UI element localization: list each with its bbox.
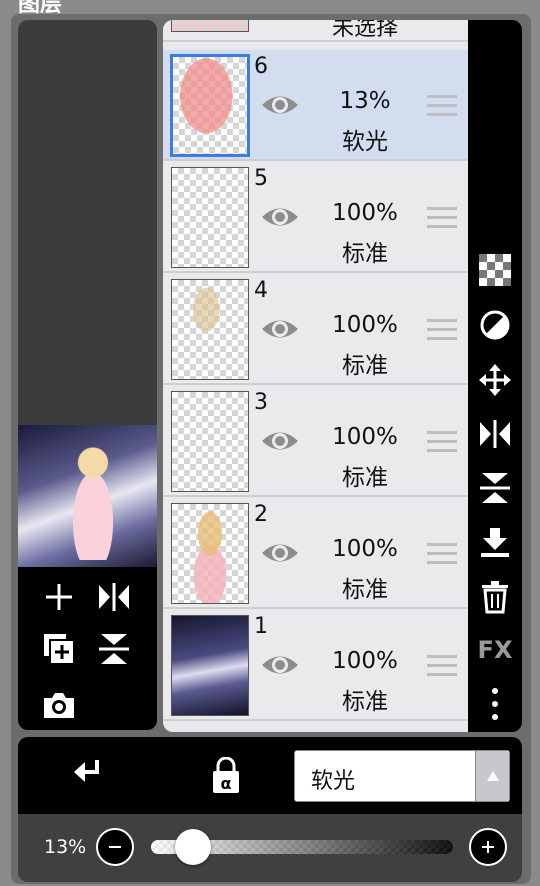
flip-horizontal-layer-button[interactable] — [477, 416, 513, 452]
layer-number: 6 — [254, 54, 268, 79]
layer-opacity: 100% — [332, 200, 398, 226]
delete-layer-button[interactable] — [477, 579, 513, 615]
camera-icon — [44, 693, 74, 718]
add-icon — [46, 584, 72, 610]
layer-number: 3 — [254, 390, 268, 415]
layer-blend-mode: 标准 — [342, 689, 388, 715]
layer-blend-mode: 标准 — [342, 353, 388, 379]
layer-thumbnail-1 — [171, 615, 249, 716]
layer-number: 2 — [254, 502, 268, 527]
drag-handle-icon[interactable] — [427, 655, 457, 679]
drag-handle-icon[interactable] — [427, 319, 457, 343]
layer-row-3[interactable]: 3 100% 标准 — [163, 386, 468, 497]
move-icon — [479, 364, 511, 396]
unselected-label: 未选择 — [331, 20, 398, 41]
layer-thumbnail-2 — [171, 503, 249, 604]
flip-vertical-icon — [99, 634, 129, 664]
minus-icon — [109, 846, 121, 848]
layer-list: 未选择 6 13% 软光 5 100% 标准 4 100% 标准 3 100% … — [163, 20, 468, 732]
layer-opacity: 100% — [332, 536, 398, 562]
blend-bar: α 软光 — [18, 737, 522, 814]
duplicate-icon — [44, 634, 75, 665]
flip-vertical-icon — [480, 473, 510, 503]
layer-blend-mode: 标准 — [342, 241, 388, 267]
eye-icon[interactable] — [260, 538, 300, 568]
layer-blend-mode: 标准 — [342, 577, 388, 603]
drag-handle-icon[interactable] — [427, 543, 457, 567]
layer-thumbnail-4 — [171, 279, 249, 380]
layer-opacity: 100% — [332, 648, 398, 674]
opacity-increase-button[interactable] — [469, 828, 507, 866]
add-layer-button[interactable] — [41, 579, 77, 615]
layer-opacity: 13% — [339, 88, 391, 114]
flip-horizontal-icon — [480, 420, 510, 448]
move-button[interactable] — [477, 362, 513, 398]
checkerboard-icon — [479, 254, 511, 286]
svg-text:α: α — [221, 774, 232, 793]
clipping-icon — [74, 760, 99, 782]
more-icon — [492, 688, 498, 720]
layer-blend-mode: 标准 — [342, 465, 388, 491]
alpha-lock-button[interactable]: α — [206, 756, 246, 796]
panel-title: 图层 — [18, 0, 63, 14]
duplicate-layer-button[interactable] — [41, 631, 77, 667]
layer-number: 4 — [254, 278, 268, 303]
flip-vertical-button[interactable] — [96, 631, 132, 667]
fx-button[interactable]: FX — [477, 632, 513, 668]
more-button[interactable] — [477, 686, 513, 722]
flip-vertical-layer-button[interactable] — [477, 470, 513, 506]
eye-icon[interactable] — [260, 426, 300, 456]
merge-down-button[interactable] — [477, 525, 513, 561]
alpha-lock-icon: α — [213, 757, 239, 793]
opacity-bar: 13% — [18, 814, 522, 882]
title-bar: 图层 — [0, 0, 540, 14]
opacity-decrease-button[interactable] — [96, 828, 134, 866]
layer-row-5[interactable]: 5 100% 标准 — [163, 162, 468, 273]
plus-icon — [482, 841, 494, 853]
layer-thumbnail-6 — [170, 54, 250, 157]
layer-opacity: 100% — [332, 424, 398, 450]
clipping-button[interactable] — [68, 756, 108, 796]
eye-icon[interactable] — [260, 202, 300, 232]
blend-mode-value: 软光 — [311, 769, 356, 794]
drag-handle-icon[interactable] — [427, 431, 457, 455]
layer-thumbnail — [171, 20, 249, 32]
circle-half-icon — [480, 310, 510, 340]
drag-handle-icon[interactable] — [427, 207, 457, 231]
transparency-button[interactable] — [477, 252, 513, 288]
layer-row-2[interactable]: 2 100% 标准 — [163, 498, 468, 609]
blend-mode-select[interactable]: 软光 — [294, 750, 510, 802]
layer-thumbnail-3 — [171, 391, 249, 492]
layer-opacity: 100% — [332, 312, 398, 338]
canvas-preview[interactable] — [18, 425, 157, 567]
opacity-value: 13% — [44, 836, 87, 858]
layer-actions — [18, 567, 157, 730]
merge-down-icon — [481, 528, 509, 557]
canvas-preview-panel — [18, 20, 157, 730]
layer-blend-mode: 软光 — [342, 129, 388, 155]
camera-button[interactable] — [41, 687, 77, 723]
dropdown-arrow-icon[interactable] — [475, 751, 509, 801]
eye-icon[interactable] — [260, 90, 300, 120]
layer-thumbnail-5 — [171, 167, 249, 268]
eye-icon[interactable] — [260, 314, 300, 344]
layer-number: 5 — [254, 166, 268, 191]
flip-horizontal-button[interactable] — [96, 579, 132, 615]
layer-row-6[interactable]: 6 13% 软光 — [163, 50, 468, 161]
drag-handle-icon[interactable] — [427, 95, 457, 119]
opacity-slider-knob[interactable] — [175, 829, 211, 865]
layer-row-4[interactable]: 4 100% 标准 — [163, 274, 468, 385]
eye-icon[interactable] — [260, 650, 300, 680]
trash-icon — [482, 581, 508, 614]
layer-row-1[interactable]: 1 100% 标准 — [163, 610, 468, 721]
adjust-button[interactable] — [477, 307, 513, 343]
layer-toolbar: FX — [468, 20, 522, 732]
list-item-unselected[interactable]: 未选择 — [163, 20, 468, 42]
artwork-figure — [58, 435, 128, 560]
flip-horizontal-icon — [99, 583, 129, 611]
layer-number: 1 — [254, 614, 268, 639]
